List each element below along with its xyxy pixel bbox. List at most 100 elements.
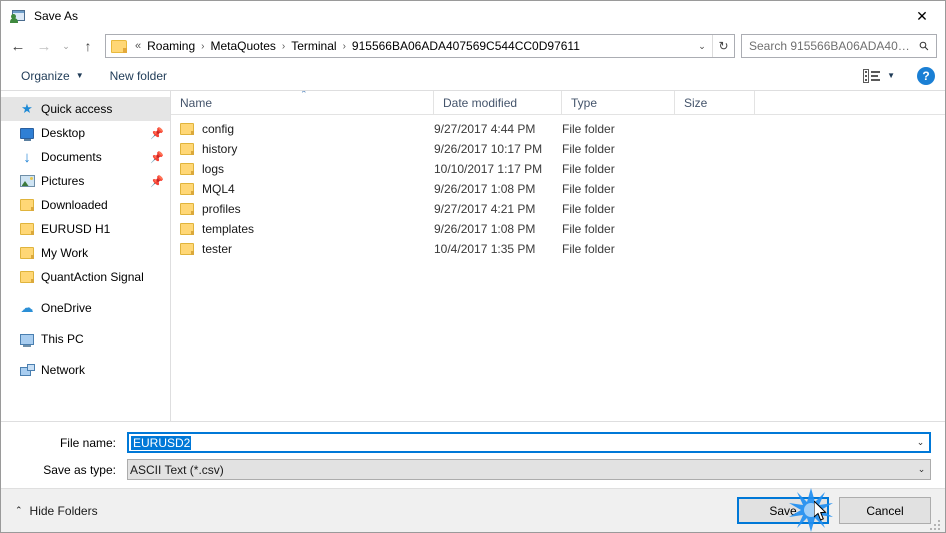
breadcrumb-separator: › [281,40,286,52]
table-row[interactable]: logs 10/10/2017 1:17 PM File folder [171,159,945,179]
file-name-value[interactable]: EURUSD2 [129,435,912,450]
folder-icon [111,39,127,53]
view-layout-button[interactable]: ▼ [859,66,899,86]
save-as-type-row: Save as type: ASCII Text (*.csv) ⌄ [15,459,931,480]
recent-locations-button[interactable]: ⌄ [57,34,75,58]
breadcrumb-item-roaming[interactable]: Roaming [144,38,198,54]
file-type-cell: File folder [562,242,615,256]
chevron-down-icon[interactable]: ⌄ [692,35,712,57]
file-name-label: MQL4 [202,182,235,196]
refresh-icon[interactable]: ↻ [712,35,734,57]
sidebar-item-pictures[interactable]: Pictures 📌 [1,169,170,193]
up-button[interactable]: ↑ [75,34,101,58]
file-name-cell: history [171,142,434,156]
folder-icon [180,243,194,255]
address-bar-row: ← → ⌄ ↑ « Roaming › MetaQuotes › Termina… [1,31,945,61]
documents-icon: ↓ [23,148,31,166]
organize-button[interactable]: Organize ▼ [15,66,90,86]
table-row[interactable]: profiles 9/27/2017 4:21 PM File folder [171,199,945,219]
pin-icon[interactable]: 📌 [150,127,164,140]
file-name-label: logs [202,162,225,176]
file-date-cell: 9/26/2017 1:08 PM [434,182,536,196]
sidebar-item-label: Quick access [41,102,113,116]
sidebar-item-documents[interactable]: ↓ Documents 📌 [1,145,170,169]
hide-folders-button[interactable]: ⌃ Hide Folders [15,504,98,518]
star-icon: ★ [21,101,33,116]
file-date-cell: 10/10/2017 1:17 PM [434,162,543,176]
dialog-body: ★ Quick access Desktop 📌 ↓ Documents 📌 P… [1,91,945,421]
forward-button[interactable]: → [31,34,57,58]
table-row[interactable]: tester 10/4/2017 1:35 PM File folder [171,239,945,259]
column-header-date-modified[interactable]: Date modified [434,91,562,114]
sidebar-item-eurusd-h1[interactable]: EURUSD H1 [1,217,170,241]
sidebar-item-my-work[interactable]: My Work [1,241,170,265]
sidebar-item-label: Documents [41,150,102,164]
network-icon [17,364,37,376]
folder-icon [17,199,37,211]
sidebar-item-quantaction-signal[interactable]: QuantAction Signal [1,265,170,289]
command-bar: Organize ▼ New folder ▼ ? [1,61,945,91]
sidebar-item-label: This PC [41,332,84,346]
save-as-type-label: Save as type: [43,462,116,477]
sidebar-item-label: QuantAction Signal [41,270,144,284]
file-type-cell: File folder [562,142,615,156]
sidebar-item-label: My Work [41,246,89,260]
file-name-cell: profiles [171,202,434,216]
sidebar-item-label: EURUSD H1 [41,222,111,236]
save-as-type-value: ASCII Text (*.csv) [130,462,224,477]
column-header-size[interactable]: Size [675,91,755,114]
file-name-label: config [202,122,235,136]
sidebar-item-label: Network [41,363,86,377]
save-as-type-select[interactable]: ASCII Text (*.csv) ⌄ [127,459,931,480]
chevron-down-icon[interactable]: ⌄ [912,437,929,448]
address-bar[interactable]: « Roaming › MetaQuotes › Terminal › 9155… [105,34,735,58]
sidebar-item-this-pc[interactable]: This PC [1,327,170,351]
column-header-filler [755,91,945,114]
file-type-cell: File folder [562,182,615,196]
sidebar-item-quick-access[interactable]: ★ Quick access [1,97,170,121]
pc-icon [17,333,37,347]
close-icon[interactable]: ✕ [899,1,945,31]
search-box[interactable]: Search 915566BA06ADA40756... ⚲ [741,34,937,58]
file-name-selected-text: EURUSD2 [131,435,192,450]
breadcrumb-item-metaquotes[interactable]: MetaQuotes [208,38,279,54]
chevron-down-icon[interactable]: ⌄ [913,464,930,475]
save-button[interactable]: Save [737,497,829,524]
file-type-cell: File folder [562,162,615,176]
breadcrumb-item-terminal[interactable]: Terminal [288,38,339,54]
file-type-cell: File folder [562,222,615,236]
sidebar-item-desktop[interactable]: Desktop 📌 [1,121,170,145]
file-date-cell: 9/27/2017 4:21 PM [434,202,536,216]
help-icon[interactable]: ? [917,66,935,85]
sidebar-item-downloaded[interactable]: Downloaded [1,193,170,217]
table-row[interactable]: history 9/26/2017 10:17 PM File folder [171,139,945,159]
new-folder-button[interactable]: New folder [104,66,173,86]
sidebar-item-network[interactable]: Network [1,358,170,382]
folder-icon [180,203,194,215]
column-header-label: Name [180,95,213,110]
table-row[interactable]: config 9/27/2017 4:44 PM File folder [171,119,945,139]
sidebar-item-onedrive[interactable]: ☁ OneDrive [1,296,170,320]
file-rows: config 9/27/2017 4:44 PM File folder his… [171,115,945,421]
sort-ascending-icon: ⌃ [300,91,308,99]
column-header-name[interactable]: Name ⌃ [171,91,434,114]
table-row[interactable]: MQL4 9/26/2017 1:08 PM File folder [171,179,945,199]
file-name-cell: config [171,122,434,136]
back-button[interactable]: ← [5,34,31,58]
pin-icon[interactable]: 📌 [150,175,164,188]
file-name-cell: tester [171,242,434,256]
cancel-button[interactable]: Cancel [839,497,931,524]
resize-grip[interactable] [930,518,942,530]
column-header-type[interactable]: Type [562,91,675,114]
pictures-icon [17,175,37,187]
file-name-input[interactable]: EURUSD2 ⌄ [127,432,931,453]
folder-icon [17,223,37,235]
sidebar-item-label: Desktop [41,126,86,140]
breadcrumb-item-terminal-id[interactable]: 915566BA06ADA407569C544CC0D97611 [349,38,583,54]
chevron-down-icon: ▼ [75,71,84,80]
table-row[interactable]: templates 9/26/2017 1:08 PM File folder [171,219,945,239]
desktop-icon [17,127,37,141]
pin-icon[interactable]: 📌 [150,151,164,164]
search-input[interactable]: Search 915566BA06ADA40756... [749,39,916,53]
file-name-label: history [202,142,238,156]
